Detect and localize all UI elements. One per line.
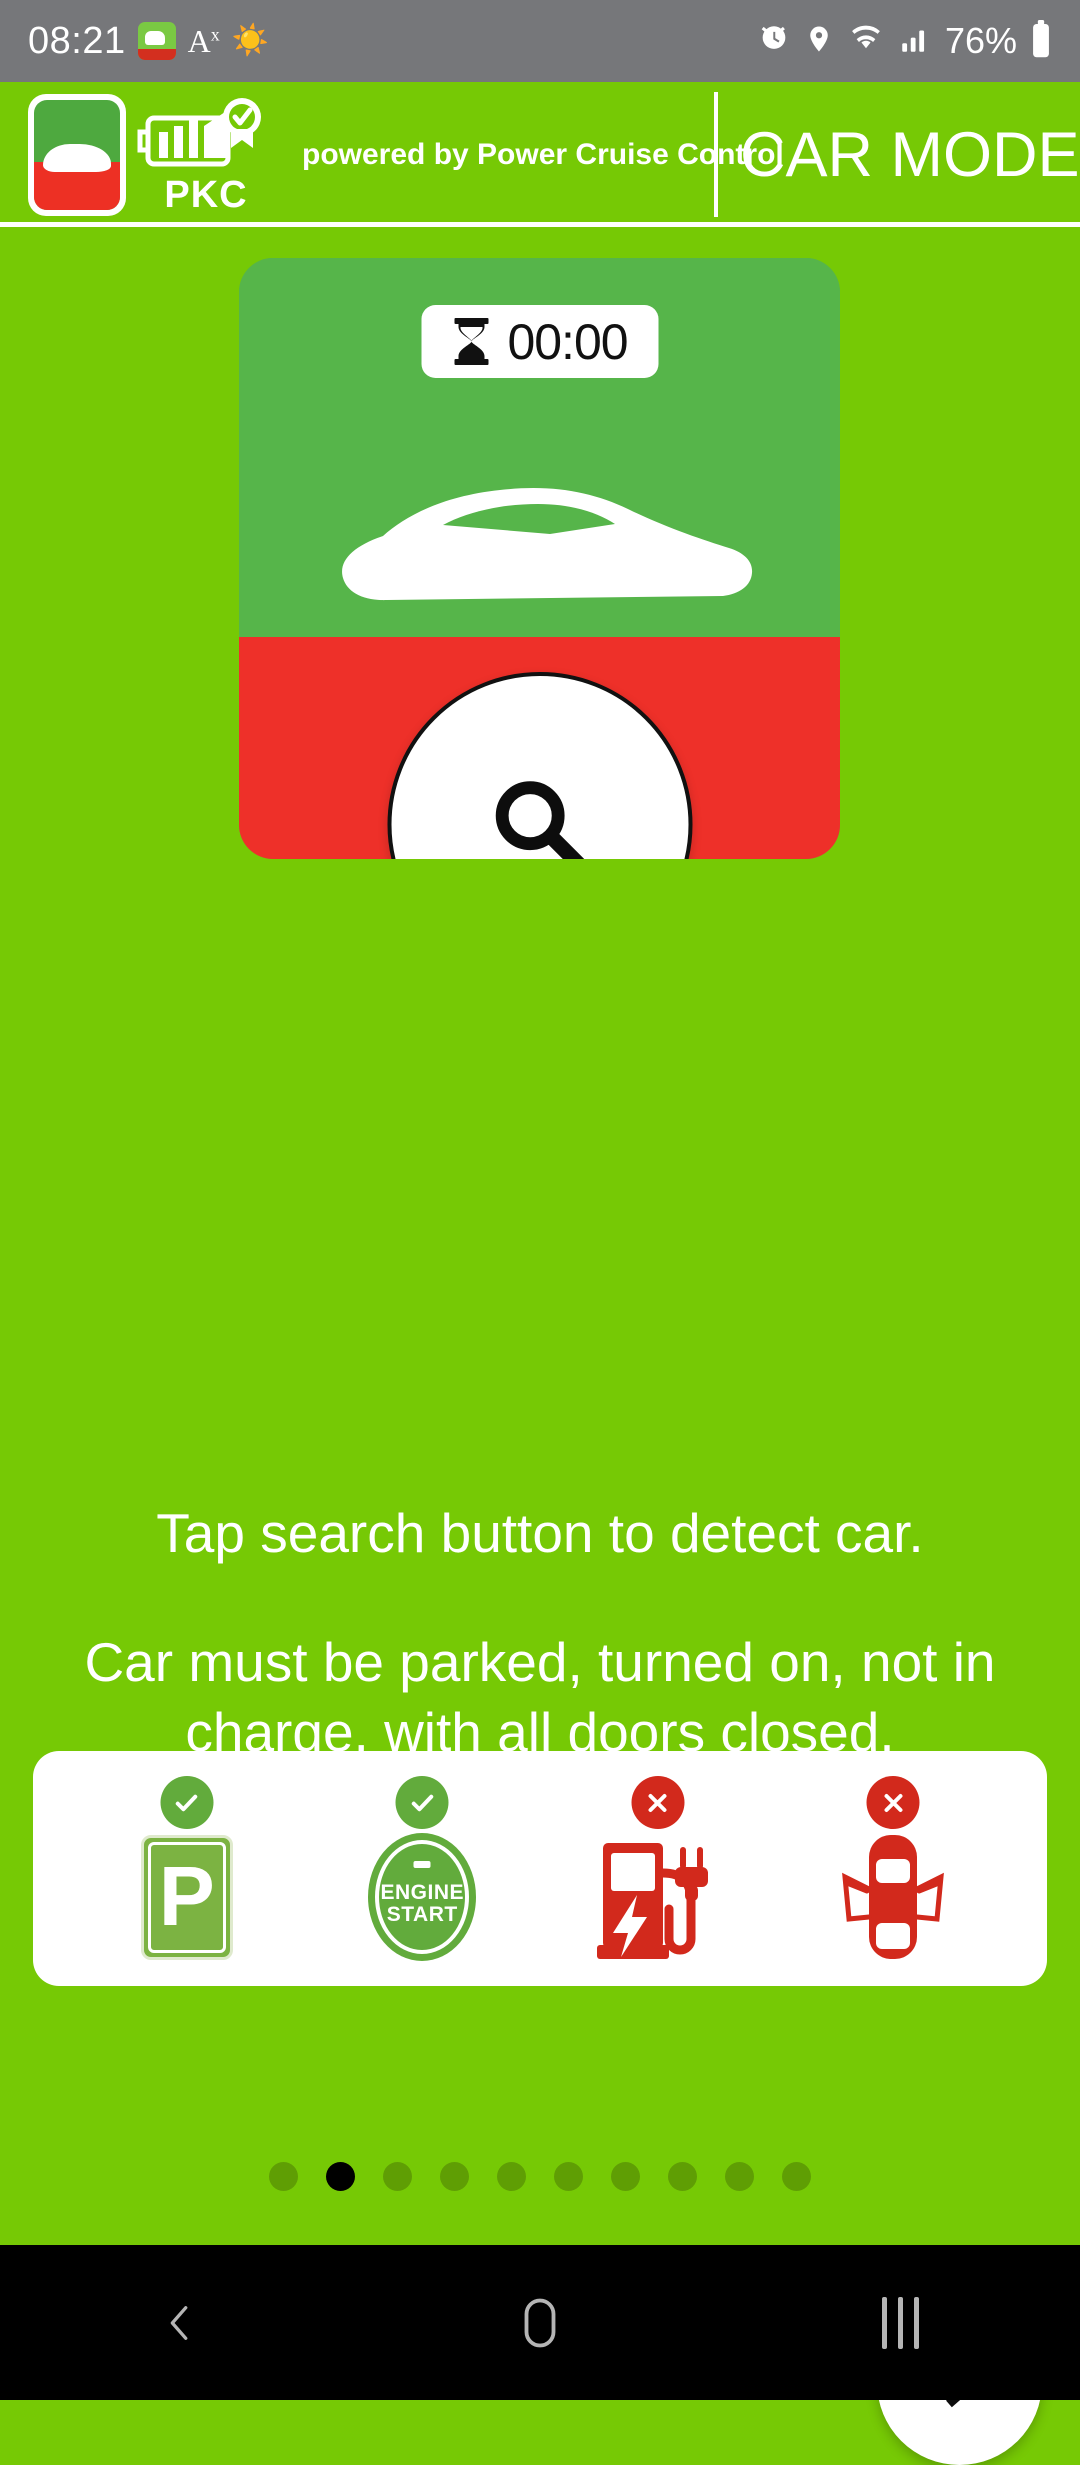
signal-icon [898, 22, 932, 61]
pkc-battery-badge-icon [132, 96, 280, 178]
pager-dot[interactable] [725, 2162, 754, 2191]
timer-value: 00:00 [507, 313, 628, 370]
nav-recents-button[interactable] [800, 2245, 1000, 2400]
wifi-icon [847, 22, 885, 61]
condition-doors-closed [813, 1776, 973, 1961]
parking-sign-icon: P [140, 1833, 233, 1961]
pager-dot[interactable] [668, 2162, 697, 2191]
conditions-panel: P ENGINE START [33, 1751, 1047, 1986]
pkc-app-icon [28, 93, 126, 216]
pager-dot[interactable] [383, 2162, 412, 2191]
app-header-brand: PKC powered by Power Cruise Control [0, 82, 784, 227]
sun-emoji-icon: ☀️ [231, 24, 270, 57]
pager-dot[interactable] [497, 2162, 526, 2191]
ax-text-icon: Ax [187, 22, 220, 59]
battery-percent-label: 76% [944, 20, 1017, 61]
page-title: CAR MODEL [740, 119, 1080, 190]
location-icon [804, 22, 834, 61]
home-square-icon [524, 2298, 556, 2347]
status-bar: 08:21 Ax ☀️ 76% [0, 0, 1080, 82]
alarm-icon [757, 22, 791, 61]
android-nav-bar [0, 2245, 1080, 2400]
car-detect-card: 00:00 [239, 258, 840, 859]
nav-home-button[interactable] [440, 2245, 640, 2400]
powered-by-label: powered by Power Cruise Control [302, 137, 784, 171]
pager-dot[interactable] [440, 2162, 469, 2191]
condition-engine-on: ENGINE START [342, 1776, 502, 1961]
instruction-secondary: Car must be parked, turned on, not in ch… [84, 1631, 996, 1764]
magnifier-icon [495, 780, 585, 859]
battery-icon [1030, 19, 1052, 63]
ev-charger-icon [595, 1833, 720, 1961]
status-bar-right: 76% [757, 19, 1052, 63]
status-bar-left: 08:21 Ax ☀️ [28, 20, 269, 63]
pager-dot[interactable] [782, 2162, 811, 2191]
x-circle-icon [866, 1776, 920, 1829]
back-chevron-icon [170, 2305, 188, 2340]
check-circle-icon [160, 1776, 214, 1829]
condition-not-charging [578, 1776, 738, 1961]
recents-bars-icon [881, 2296, 919, 2349]
engine-label-line2: START [386, 1903, 458, 1926]
pkc-notification-icon [137, 22, 176, 60]
engine-label-line1: ENGINE [380, 1880, 464, 1904]
hourglass-icon [451, 318, 491, 365]
main-content: 00:00 Tap search button to detect car. C… [0, 227, 1080, 2465]
x-circle-icon [631, 1776, 685, 1829]
condition-parking: P [107, 1776, 267, 1961]
car-open-doors-icon [833, 1833, 953, 1961]
app-header: PKC powered by Power Cruise Control CAR … [0, 82, 1080, 227]
car-silhouette-icon [325, 478, 755, 613]
nav-back-button[interactable] [80, 2245, 280, 2400]
pager-dot-active[interactable] [326, 2162, 355, 2191]
pager-dot[interactable] [554, 2162, 583, 2191]
pkc-brand-block: PKC [132, 96, 280, 214]
engine-start-button-icon: ENGINE START [368, 1833, 477, 1961]
pager-dots[interactable] [0, 2162, 1080, 2191]
pager-dot[interactable] [269, 2162, 298, 2191]
pager-dot[interactable] [611, 2162, 640, 2191]
pkc-brand-label: PKC [164, 173, 248, 216]
detection-timer: 00:00 [421, 305, 658, 378]
status-bar-clock: 08:21 [28, 19, 126, 62]
check-circle-icon [395, 1776, 449, 1829]
instruction-primary: Tap search button to detect car. [156, 1502, 924, 1564]
parking-letter: P [158, 1849, 215, 1944]
